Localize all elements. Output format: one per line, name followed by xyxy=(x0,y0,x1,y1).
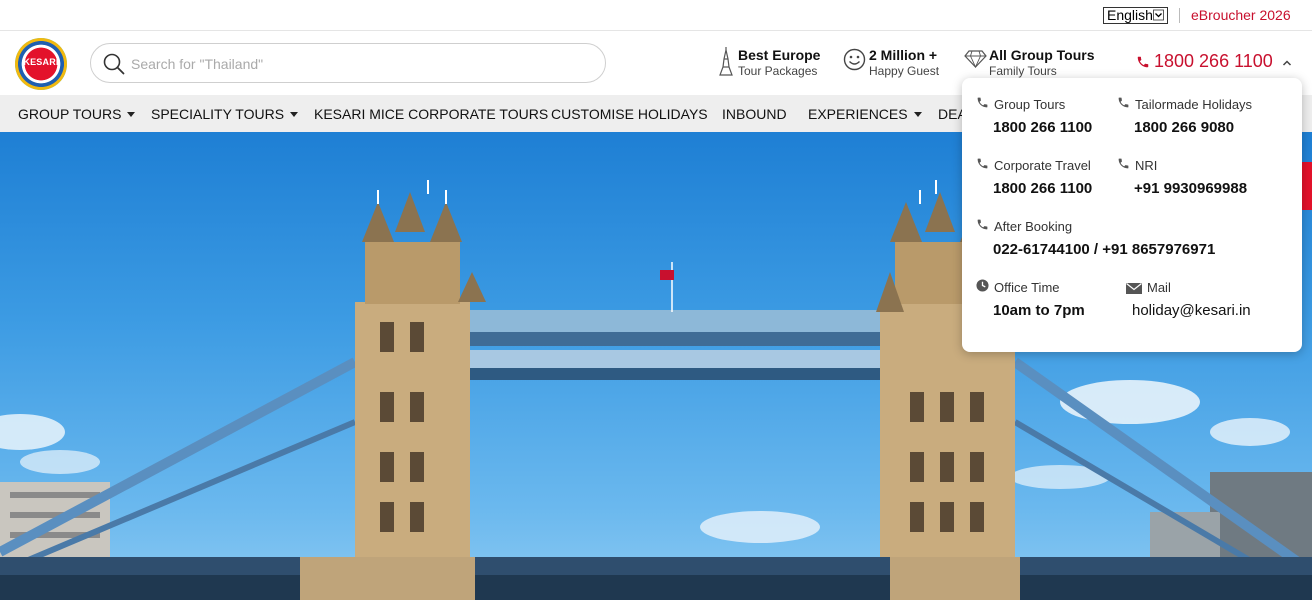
caret-down-icon xyxy=(913,112,922,117)
language-select[interactable]: English xyxy=(1103,7,1168,24)
top-utility-bar: English eBroucher 2026 xyxy=(0,0,1312,31)
header-phone-button[interactable]: 1800 266 1100 xyxy=(1136,51,1273,74)
phone-icon xyxy=(1117,157,1130,175)
phone-icon xyxy=(976,157,989,175)
nav-item-customise-holidays[interactable]: CUSTOMISE HOLIDAYS xyxy=(551,106,708,122)
nri-label: NRI xyxy=(1135,158,1158,173)
smile-icon xyxy=(843,48,866,76)
nav-item-mice-corporate[interactable]: KESARI MICE CORPORATE TOURS xyxy=(314,106,548,122)
clock-icon xyxy=(976,279,989,297)
search-icon[interactable] xyxy=(103,53,125,75)
mail-address-link[interactable]: holiday@kesari.in xyxy=(1132,302,1251,319)
feature-best-europe[interactable]: Best Europe Tour Packages xyxy=(717,47,827,81)
feature-title: 2 Million + xyxy=(869,47,938,63)
language-value: English xyxy=(1107,7,1153,23)
group-tours-label: Group Tours xyxy=(994,97,1066,112)
header-phone-number: 1800 266 1100 xyxy=(1154,51,1273,71)
nri-number[interactable]: +91 9930969988 xyxy=(1134,180,1247,197)
feature-subtitle: Tour Packages xyxy=(738,64,818,78)
phone-icon xyxy=(1136,53,1150,74)
contact-dropdown: Group Tours 1800 266 1100 Tailormade Hol… xyxy=(962,78,1302,352)
chevron-up-icon[interactable] xyxy=(1282,55,1292,66)
nav-item-experiences[interactable]: EXPERIENCES xyxy=(808,106,922,122)
feature-subtitle: Happy Guest xyxy=(869,64,940,78)
nav-item-label: INBOUND xyxy=(722,106,787,122)
office-time-label: Office Time xyxy=(994,280,1060,295)
kesari-logo[interactable]: KESARI xyxy=(15,38,67,90)
ebroucher-link[interactable]: eBroucher 2026 xyxy=(1191,7,1291,23)
corporate-label: Corporate Travel xyxy=(994,158,1091,173)
phone-icon xyxy=(976,96,989,114)
after-booking-number[interactable]: 022-61744100 / +91 8657976971 xyxy=(993,241,1215,258)
corporate-number[interactable]: 1800 266 1100 xyxy=(993,180,1092,197)
tower-icon xyxy=(717,47,735,82)
divider xyxy=(1179,8,1180,23)
nav-item-group-tours[interactable]: GROUP TOURS xyxy=(18,106,136,122)
feature-happy-guests[interactable]: 2 Million + Happy Guest xyxy=(843,47,943,81)
search-input[interactable] xyxy=(131,52,581,76)
nav-item-inbound[interactable]: INBOUND xyxy=(722,106,787,122)
phone-icon xyxy=(976,218,989,236)
chevron-down-icon xyxy=(1153,8,1164,27)
nav-item-label: GROUP TOURS xyxy=(18,106,122,122)
nav-item-label: KESARI MICE CORPORATE TOURS xyxy=(314,106,549,122)
office-time-value: 10am to 7pm xyxy=(993,302,1085,319)
feature-subtitle: Family Tours xyxy=(989,64,1057,78)
nav-item-label: SPECIALITY TOURS xyxy=(151,106,285,122)
group-tours-number[interactable]: 1800 266 1100 xyxy=(993,119,1092,136)
nav-item-label: EXPERIENCES xyxy=(808,106,908,122)
logo-text: KESARI xyxy=(23,57,59,67)
feature-title: Best Europe xyxy=(738,47,821,63)
feature-title: All Group Tours xyxy=(989,47,1095,63)
nav-item-speciality-tours[interactable]: SPECIALITY TOURS xyxy=(151,106,299,122)
mail-label: Mail xyxy=(1147,280,1171,295)
caret-down-icon xyxy=(127,112,136,117)
feature-group-tours[interactable]: All Group Tours Family Tours xyxy=(964,47,1095,81)
phone-icon xyxy=(1117,96,1130,114)
mail-icon xyxy=(1126,281,1142,299)
tailormade-number[interactable]: 1800 266 9080 xyxy=(1134,119,1234,136)
after-booking-label: After Booking xyxy=(994,219,1073,234)
diamond-icon xyxy=(964,50,987,73)
tailormade-label: Tailormade Holidays xyxy=(1135,97,1253,112)
search-bar[interactable] xyxy=(90,43,606,83)
nav-item-label: CUSTOMISE HOLIDAYS xyxy=(551,106,708,122)
caret-down-icon xyxy=(290,112,299,117)
